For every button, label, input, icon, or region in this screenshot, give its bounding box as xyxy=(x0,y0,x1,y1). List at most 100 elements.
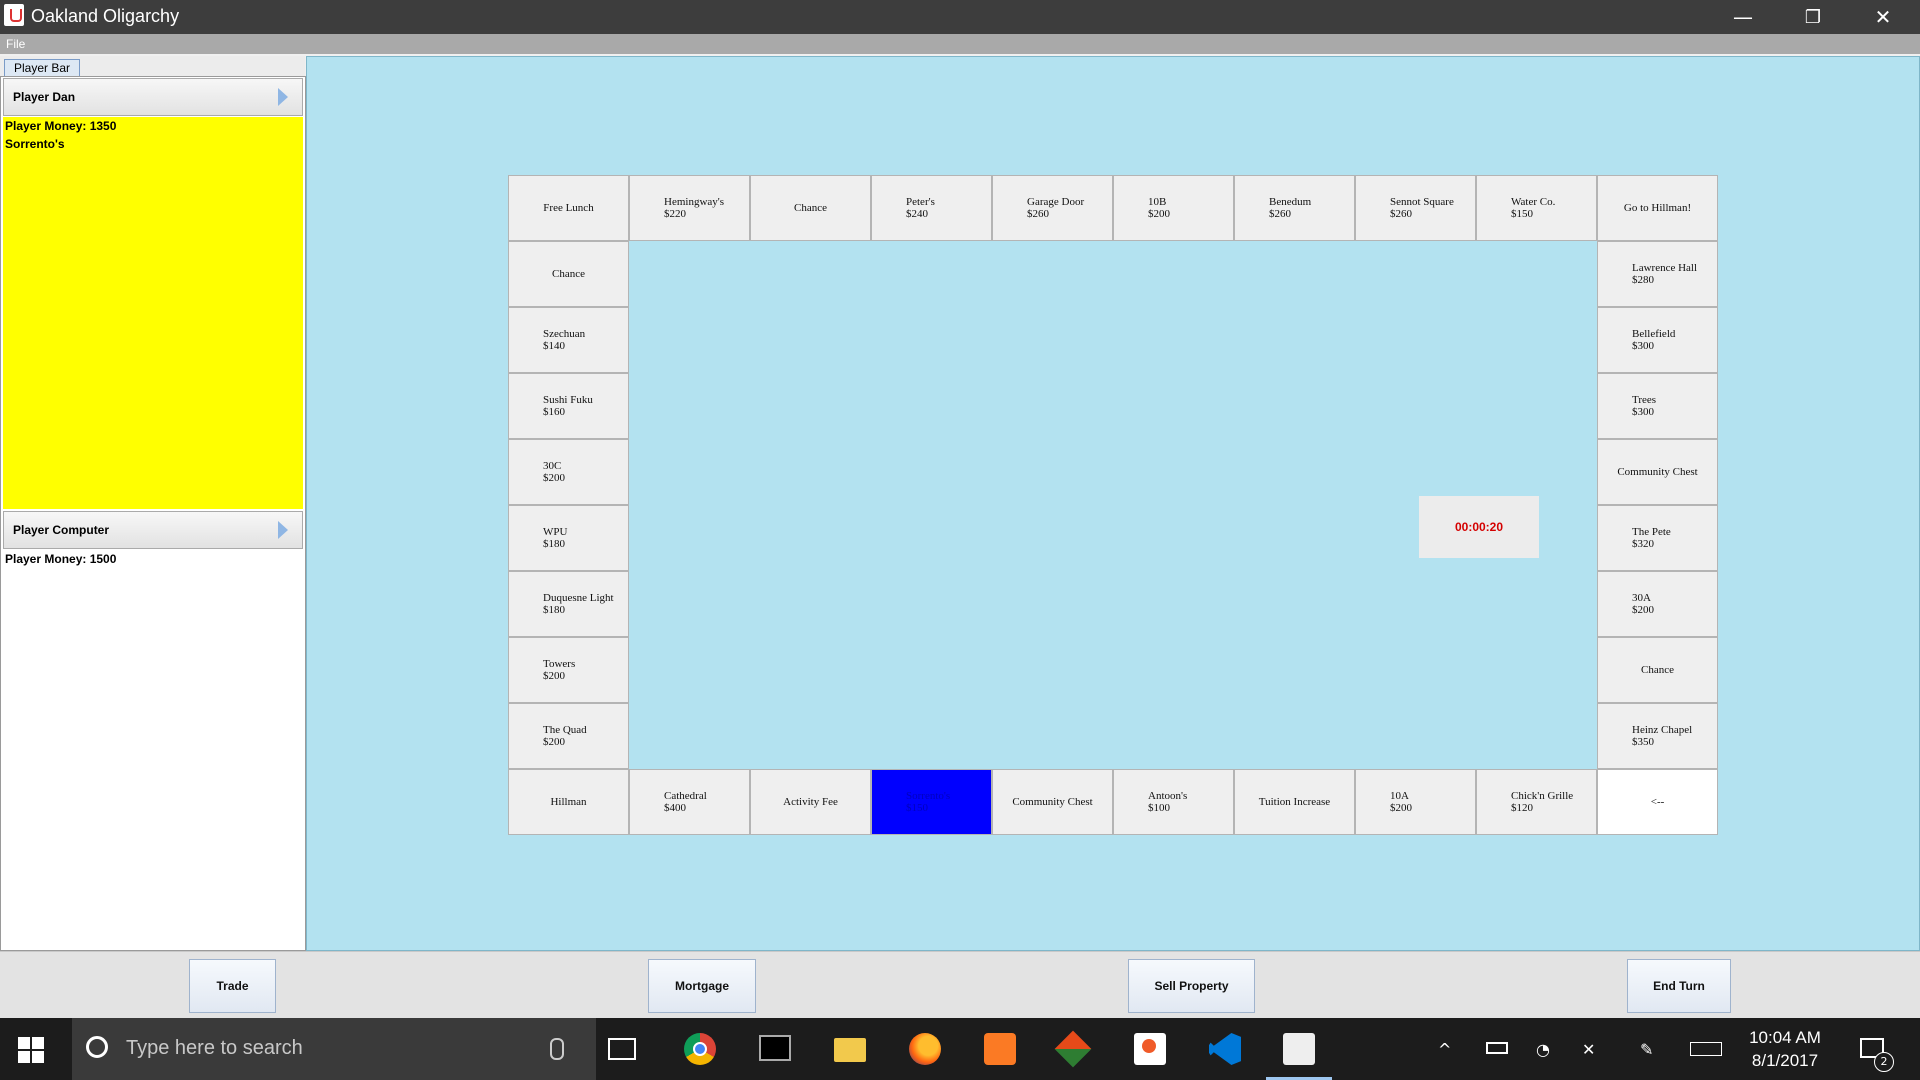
player-header-dan[interactable]: Player Dan xyxy=(3,78,303,116)
player-header-computer[interactable]: Player Computer xyxy=(3,511,303,549)
space-name: Hillman xyxy=(550,796,587,808)
board-space-peter-s[interactable]: Peter's $240 xyxy=(871,175,992,241)
board-space-hillman[interactable]: Hillman xyxy=(508,769,629,835)
board-space-sorrento-s[interactable]: Sorrento's $150 xyxy=(871,769,992,835)
vscode-icon[interactable] xyxy=(1209,1033,1241,1065)
show-hidden-icons-icon[interactable]: ^ xyxy=(1438,1040,1451,1059)
windows-start-icon[interactable] xyxy=(18,1037,44,1063)
space-name: Go to Hillman! xyxy=(1623,202,1692,214)
board-space-go-to-hillman[interactable]: Go to Hillman! xyxy=(1597,175,1718,241)
board-space-10a[interactable]: 10A $200 xyxy=(1355,769,1476,835)
board-space-community-chest[interactable]: Community Chest xyxy=(992,769,1113,835)
space-price: $150 xyxy=(1511,208,1533,220)
space-price: $300 xyxy=(1632,406,1654,418)
board-space-wpu[interactable]: WPU $180 xyxy=(508,505,629,571)
board-space-community-chest[interactable]: Community Chest xyxy=(1597,439,1718,505)
git-icon[interactable] xyxy=(1054,1030,1092,1068)
expand-arrow-icon[interactable] xyxy=(278,521,288,539)
space-name: Cathedral xyxy=(664,790,707,802)
taskbar-clock[interactable]: 10:04 AM 8/1/2017 xyxy=(1730,1026,1840,1072)
space-name: Antoon's xyxy=(1148,790,1188,802)
java-icon[interactable] xyxy=(1283,1033,1315,1065)
board-space-the-quad[interactable]: The Quad $200 xyxy=(508,703,629,769)
volume-muted-icon[interactable]: ✕ xyxy=(1582,1040,1595,1059)
space-name: Water Co. xyxy=(1511,196,1556,208)
board-space-tuition-increase[interactable]: Tuition Increase xyxy=(1234,769,1355,835)
board-space-30a[interactable]: 30A $200 xyxy=(1597,571,1718,637)
close-button[interactable]: ✕ xyxy=(1848,0,1918,34)
board-space-chance[interactable]: Chance xyxy=(1597,637,1718,703)
space-price: $260 xyxy=(1027,208,1049,220)
space-name: Chance xyxy=(794,202,827,214)
board-space-towers[interactable]: Towers $200 xyxy=(508,637,629,703)
window-title: Oakland Oligarchy xyxy=(31,6,180,26)
board-space-benedum[interactable]: Benedum $260 xyxy=(1234,175,1355,241)
board-space-sushi-fuku[interactable]: Sushi Fuku $160 xyxy=(508,373,629,439)
space-name: Tuition Increase xyxy=(1258,796,1331,808)
space-name: 30C xyxy=(543,460,562,472)
space-name: Activity Fee xyxy=(783,796,838,808)
restore-button[interactable]: ❐ xyxy=(1778,0,1848,34)
player-money: Player Money: 1500 xyxy=(5,552,117,566)
board-space-chance[interactable]: Chance xyxy=(750,175,871,241)
file-explorer-icon[interactable] xyxy=(834,1038,866,1062)
tab-player-bar[interactable]: Player Bar xyxy=(4,59,80,76)
space-name: Bellefield xyxy=(1632,328,1676,340)
menu-file[interactable]: File xyxy=(6,37,25,51)
space-price: $200 xyxy=(543,670,565,682)
pen-icon[interactable]: ✎ xyxy=(1640,1040,1653,1059)
game-board: 00:00:20 Free Lunch Hemingway's $220 Chance… xyxy=(306,56,1920,951)
board-space-trees[interactable]: Trees $300 xyxy=(1597,373,1718,439)
board-space-chance[interactable]: Chance xyxy=(508,241,629,307)
keyboard-icon[interactable] xyxy=(1690,1042,1722,1056)
space-price: $280 xyxy=(1632,274,1654,286)
end-turn-button[interactable]: End Turn xyxy=(1627,959,1731,1013)
xampp-icon[interactable] xyxy=(984,1033,1016,1065)
board-space-bellefield[interactable]: Bellefield $300 xyxy=(1597,307,1718,373)
expand-arrow-icon[interactable] xyxy=(278,88,288,106)
wifi-icon[interactable]: ◔ xyxy=(1536,1040,1550,1059)
board-space-antoon-s[interactable]: Antoon's $100 xyxy=(1113,769,1234,835)
board-space-szechuan[interactable]: Szechuan $140 xyxy=(508,307,629,373)
board-space-go-arrow[interactable]: <-- xyxy=(1597,769,1718,835)
sell-property-button[interactable]: Sell Property xyxy=(1128,959,1255,1013)
space-name: Duquesne Light xyxy=(543,592,614,604)
board-space-garage-door[interactable]: Garage Door $260 xyxy=(992,175,1113,241)
space-name: Sorrento's xyxy=(906,790,951,802)
board-space-30c[interactable]: 30C $200 xyxy=(508,439,629,505)
board-space-chick-n-grille[interactable]: Chick'n Grille $120 xyxy=(1476,769,1597,835)
trade-button[interactable]: Trade xyxy=(189,959,276,1013)
space-name: The Pete xyxy=(1632,526,1671,538)
chrome-icon[interactable] xyxy=(684,1033,716,1065)
action-bar: Trade Mortgage Sell Property End Turn xyxy=(0,951,1920,1019)
space-price: $260 xyxy=(1269,208,1291,220)
board-space-lawrence-hall[interactable]: Lawrence Hall $280 xyxy=(1597,241,1718,307)
board-space-the-pete[interactable]: The Pete $320 xyxy=(1597,505,1718,571)
space-name: Heinz Chapel xyxy=(1632,724,1693,736)
space-name: <-- xyxy=(1650,796,1665,808)
microphone-icon[interactable] xyxy=(550,1038,564,1060)
board-space-water-co[interactable]: Water Co. $150 xyxy=(1476,175,1597,241)
board-space-sennot-square[interactable]: Sennot Square $260 xyxy=(1355,175,1476,241)
board-space-free-lunch[interactable]: Free Lunch xyxy=(508,175,629,241)
board-space-activity-fee[interactable]: Activity Fee xyxy=(750,769,871,835)
space-price: $140 xyxy=(543,340,565,352)
task-view-icon[interactable] xyxy=(608,1038,636,1060)
search-input[interactable]: Type here to search xyxy=(126,1037,303,1060)
terminal-icon[interactable] xyxy=(759,1035,791,1061)
board-space-10b[interactable]: 10B $200 xyxy=(1113,175,1234,241)
space-name: Garage Door xyxy=(1027,196,1085,208)
board-space-duquesne-light[interactable]: Duquesne Light $180 xyxy=(508,571,629,637)
space-name: Lawrence Hall xyxy=(1632,262,1698,274)
minimize-button[interactable]: — xyxy=(1708,0,1778,34)
battery-icon[interactable] xyxy=(1486,1042,1508,1054)
board-space-hemingway-s[interactable]: Hemingway's $220 xyxy=(629,175,750,241)
mortgage-button[interactable]: Mortgage xyxy=(648,959,756,1013)
firefox-icon[interactable] xyxy=(909,1033,941,1065)
space-price: $260 xyxy=(1390,208,1412,220)
notification-count-badge: 2 xyxy=(1874,1052,1894,1072)
sourcetree-icon[interactable] xyxy=(1134,1033,1166,1065)
board-space-heinz-chapel[interactable]: Heinz Chapel $350 xyxy=(1597,703,1718,769)
space-name: Chance xyxy=(552,268,585,280)
board-space-cathedral[interactable]: Cathedral $400 xyxy=(629,769,750,835)
